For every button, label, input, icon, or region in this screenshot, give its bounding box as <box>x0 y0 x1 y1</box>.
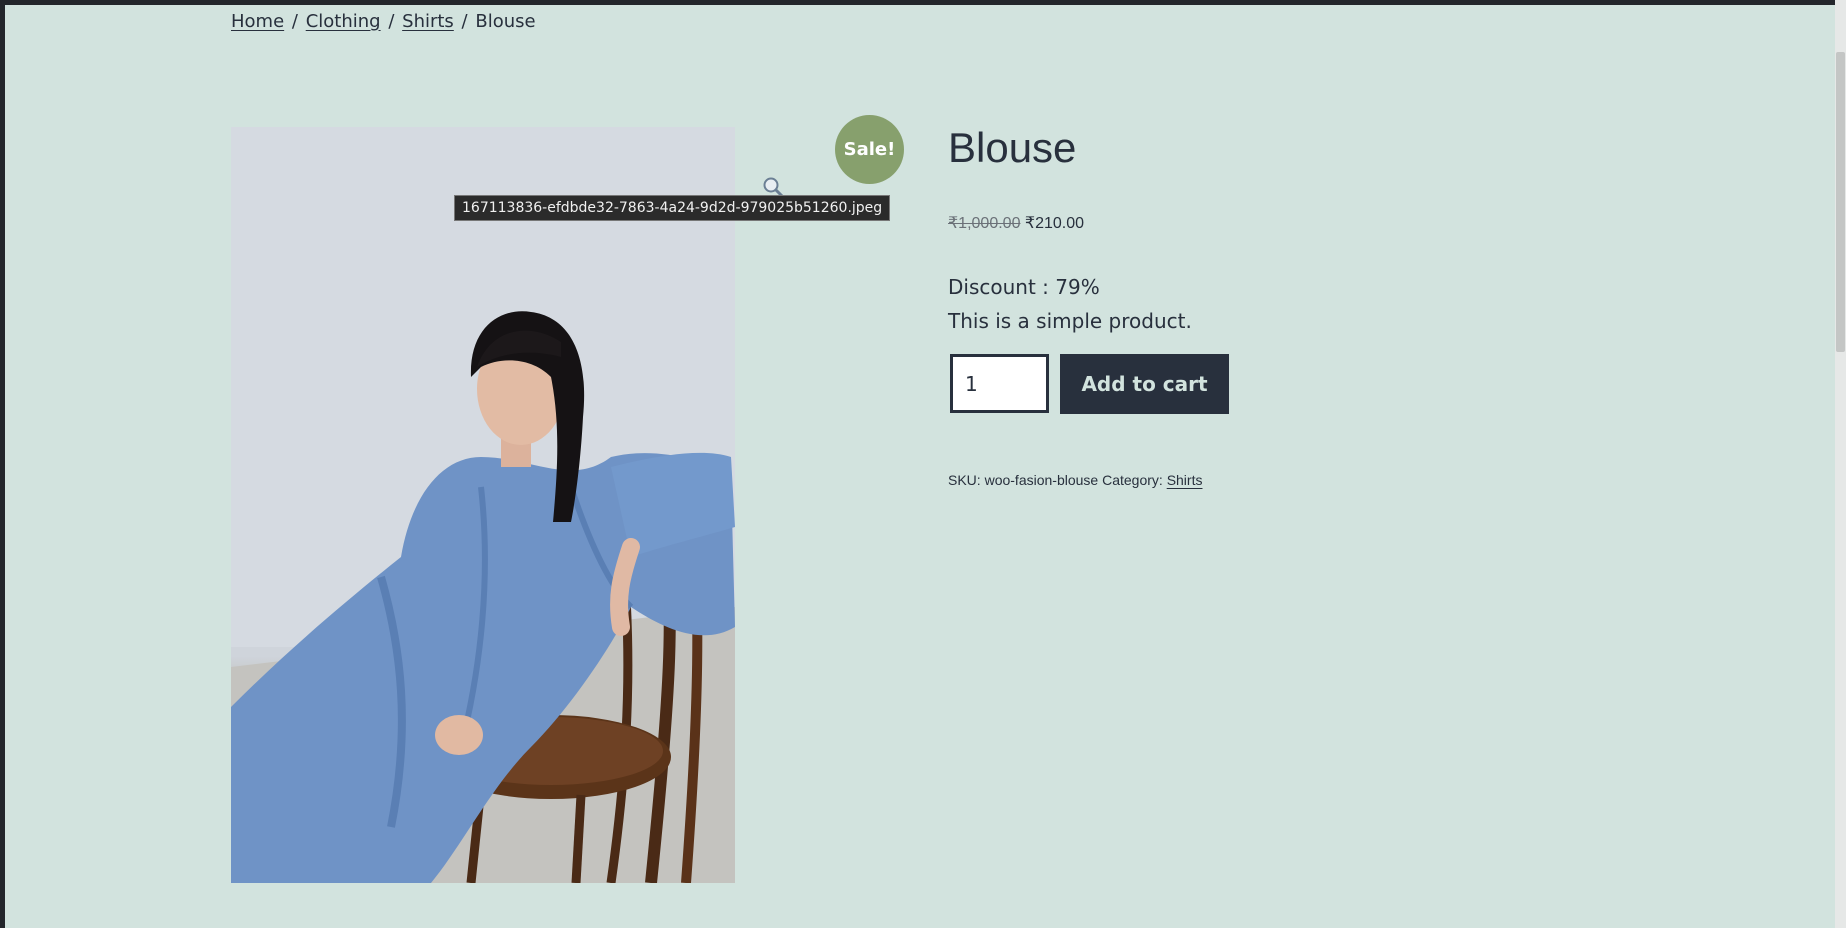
price: ₹1,000.00 ₹210.00 <box>948 213 1084 235</box>
category-label: Category: <box>1102 472 1163 488</box>
sale-badge: Sale! <box>835 115 904 184</box>
breadcrumb-separator: / <box>461 11 468 32</box>
product-title: Blouse <box>948 124 1077 171</box>
breadcrumb-shirts-link[interactable]: Shirts <box>402 11 454 32</box>
top-border <box>0 0 1846 5</box>
discount-text: Discount : 79% <box>948 275 1100 299</box>
product-photo <box>231 127 735 883</box>
scrollbar-thumb[interactable] <box>1836 52 1845 352</box>
sku-value: woo-fasion-blouse <box>984 472 1099 488</box>
breadcrumb-separator: / <box>388 11 395 32</box>
breadcrumb-home-link[interactable]: Home <box>231 11 284 32</box>
short-description: This is a simple product. <box>948 309 1192 333</box>
add-to-cart-button[interactable]: Add to cart <box>1060 354 1229 414</box>
regular-price: ₹1,000.00 <box>948 215 1021 232</box>
product-image[interactable] <box>231 127 735 883</box>
breadcrumb-clothing-link[interactable]: Clothing <box>306 11 381 32</box>
left-border <box>0 0 5 928</box>
sku-label: SKU: <box>948 472 981 488</box>
category-link[interactable]: Shirts <box>1167 472 1203 488</box>
breadcrumb: Home / Clothing / Shirts / Blouse <box>231 10 536 34</box>
quantity-input[interactable] <box>950 354 1049 413</box>
breadcrumb-current: Blouse <box>475 11 536 32</box>
image-filename-tooltip: 167113836-efdbde32-7863-4a24-9d2d-979025… <box>454 195 891 221</box>
breadcrumb-separator: / <box>291 11 298 32</box>
page: Home / Clothing / Shirts / Blouse Sale! … <box>0 0 1846 928</box>
scrollbar[interactable] <box>1835 0 1846 928</box>
product-meta: SKU: woo-fasion-blouse Category: Shirts <box>948 470 1202 490</box>
sale-price: ₹210.00 <box>1024 215 1085 232</box>
